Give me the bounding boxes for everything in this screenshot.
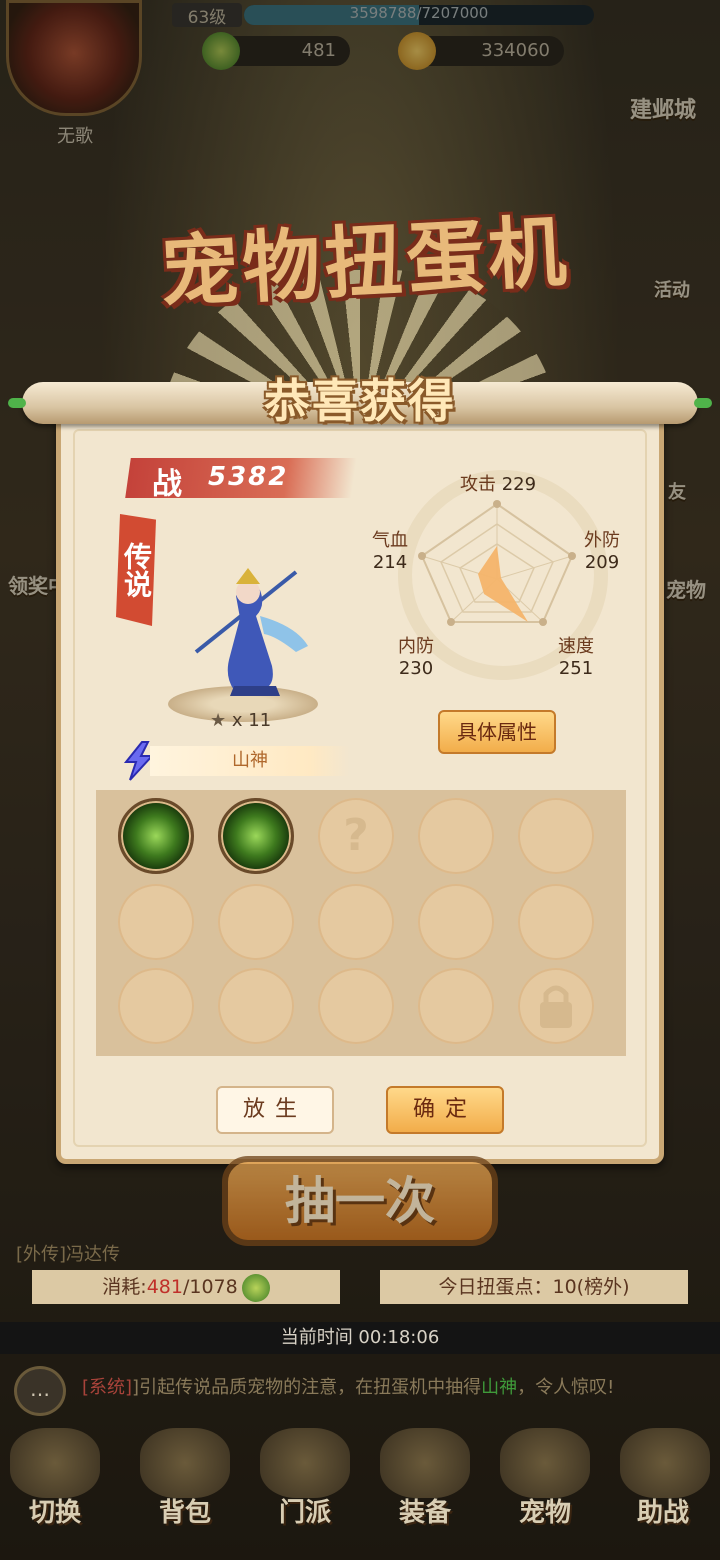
pet-icon [500, 1428, 590, 1498]
sect-icon [260, 1428, 350, 1498]
star-icon: ★ [210, 710, 227, 731]
detail-attributes-button[interactable]: 具体属性 [438, 710, 556, 754]
pet-name: 山神 [150, 746, 350, 776]
current-time: 当前时间 00:18:06 [0, 1322, 720, 1354]
nav-pet[interactable]: 宠物 [490, 1492, 600, 1529]
chat-icon[interactable]: … [14, 1366, 66, 1416]
pet-portrait [194, 568, 308, 696]
equipment-icon [380, 1428, 470, 1498]
bag-icon [140, 1428, 230, 1498]
outer-story-link[interactable]: [外传]冯达传 [16, 1240, 120, 1266]
confirm-button[interactable]: 确定 [386, 1086, 504, 1134]
nav-bag[interactable]: 背包 [130, 1492, 240, 1529]
skill-slot-empty [118, 884, 194, 960]
bottom-nav: 切换 背包 门派 装备 宠物 助战 [0, 1420, 720, 1560]
skill-slot-unknown[interactable]: ? [318, 798, 394, 874]
stat-hp: 气血 214 [372, 530, 408, 573]
draw-once-button[interactable]: 抽一次 [222, 1156, 498, 1246]
power-value: 5382 [208, 462, 289, 492]
scroll-rod-end [8, 398, 26, 408]
skill-slot-empty [218, 884, 294, 960]
rarity-badge: 传说 [116, 514, 156, 626]
gacha-points: 今日扭蛋点：10(榜外) [380, 1270, 688, 1304]
question-icon: ? [343, 810, 369, 861]
skill-slot-empty [218, 968, 294, 1044]
system-message-bar: … [系统]]引起传说品质宠物的注意，在扭蛋机中抽得山神，令人惊叹! [0, 1360, 720, 1416]
cost-display: 消耗:481/1078 [32, 1270, 340, 1304]
switch-icon [10, 1428, 100, 1498]
skill-slot-locked[interactable] [518, 968, 594, 1044]
skill-slot-empty [418, 968, 494, 1044]
stat-speed: 速度 251 [558, 636, 594, 679]
stat-outer-defense: 外防 209 [584, 530, 620, 573]
nav-assist[interactable]: 助战 [608, 1492, 718, 1529]
jade-coin-icon [241, 1273, 270, 1302]
skill-slot-1[interactable] [118, 798, 194, 874]
skill-slot-empty [418, 798, 494, 874]
skill-slot-empty [318, 968, 394, 1044]
skill-slot-empty [518, 884, 594, 960]
star-count: ★ x 11 [210, 710, 272, 731]
skill-slot-empty [318, 884, 394, 960]
scroll-rod-end [694, 398, 712, 408]
dialog-banner: 恭喜获得 [264, 374, 456, 428]
skill-slot-empty [118, 968, 194, 1044]
skill-slot-2[interactable] [218, 798, 294, 874]
stat-attack: 攻击 229 [459, 474, 537, 495]
skill-slot-empty [518, 798, 594, 874]
nav-sect[interactable]: 门派 [250, 1492, 360, 1529]
skill-slot-empty [418, 884, 494, 960]
nav-switch[interactable]: 切换 [0, 1492, 110, 1529]
release-button[interactable]: 放生 [216, 1086, 334, 1134]
lock-icon [540, 985, 572, 1028]
power-label: 战 [152, 467, 182, 502]
assist-icon [620, 1428, 710, 1498]
nav-equipment[interactable]: 装备 [370, 1492, 480, 1529]
skill-grid: ? [96, 790, 626, 1056]
stat-inner-defense: 内防 230 [398, 636, 434, 679]
